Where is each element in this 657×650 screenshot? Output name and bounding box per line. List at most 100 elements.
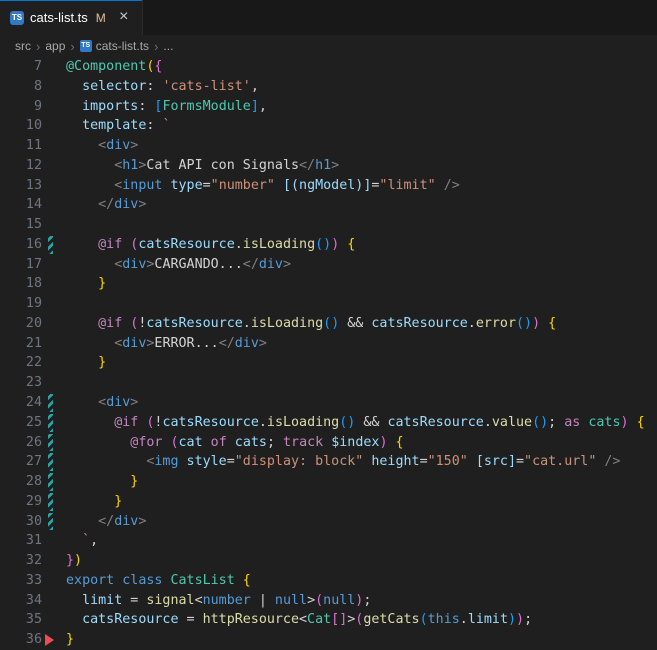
code-line-27[interactable]: 27 <img style="display: block" height="1…	[0, 452, 657, 472]
code-line-34[interactable]: 34 limit = signal<number | null>(null);	[0, 591, 657, 611]
breadcrumb-item-cats-list-ts[interactable]: TS cats-list.ts	[79, 39, 149, 53]
code-token: catsResource	[138, 236, 235, 252]
code-line-26[interactable]: 26 @for (cat of cats; track $index) {	[0, 433, 657, 453]
git-modified-gutter-marker[interactable]	[42, 235, 66, 255]
code-line-16[interactable]: 16 @if (catsResource.isLoading()) {	[0, 235, 657, 255]
code-line-11[interactable]: 11 <div>	[0, 136, 657, 156]
line-number[interactable]: 7	[0, 57, 42, 77]
code-line-28[interactable]: 28 }	[0, 472, 657, 492]
code-token: }	[98, 355, 107, 371]
git-modified-gutter-marker[interactable]	[42, 413, 66, 433]
line-number[interactable]: 35	[0, 610, 42, 630]
code-line-33[interactable]: 33 export class CatsList {	[0, 571, 657, 591]
git-modified-gutter-marker[interactable]	[42, 472, 66, 492]
line-number[interactable]: 21	[0, 334, 42, 354]
code-line-7[interactable]: 7 @Component({	[0, 57, 657, 77]
code-line-21[interactable]: 21 <div>ERROR...</div>	[0, 334, 657, 354]
line-number[interactable]: 33	[0, 571, 42, 591]
code-line-9[interactable]: 9 imports: [FormsModule],	[0, 97, 657, 117]
close-icon[interactable]: ×	[114, 8, 134, 28]
code-token: [src]	[475, 454, 516, 470]
breadcrumb-item-app[interactable]: app	[45, 39, 65, 53]
line-number[interactable]: 27	[0, 452, 42, 472]
line-number[interactable]: 24	[0, 393, 42, 413]
chevron-right-icon: ›	[70, 38, 75, 54]
line-number[interactable]: 18	[0, 274, 42, 294]
line-number[interactable]: 36	[0, 630, 42, 650]
code-token: div	[114, 197, 139, 213]
code-line-32[interactable]: 32})	[0, 551, 657, 571]
git-modified-gutter-marker[interactable]	[42, 512, 66, 532]
code-line-35[interactable]: 35 catsResource = httpResource<Cat[]>(ge…	[0, 610, 657, 630]
code-line-25[interactable]: 25 @if (!catsResource.isLoading() && cat…	[0, 413, 657, 433]
line-number[interactable]: 30	[0, 512, 42, 532]
code-line-22[interactable]: 22 }	[0, 353, 657, 373]
line-number[interactable]: 9	[0, 97, 42, 117]
code-line-15[interactable]: 15	[0, 215, 657, 235]
code-token: cats	[234, 434, 267, 450]
line-number[interactable]: 32	[0, 551, 42, 571]
code-line-36[interactable]: 36}	[0, 630, 657, 650]
line-number[interactable]: 17	[0, 255, 42, 275]
code-text: </div>	[66, 512, 146, 532]
code-line-14[interactable]: 14 </div>	[0, 195, 657, 215]
code-token: ,	[258, 98, 267, 114]
line-number[interactable]: 25	[0, 413, 42, 433]
code-token: (	[170, 434, 179, 450]
code-line-8[interactable]: 8 selector: 'cats-list',	[0, 77, 657, 97]
code-line-13[interactable]: 13 <input type="number" [(ngModel)]="lim…	[0, 176, 657, 196]
line-number[interactable]: 26	[0, 433, 42, 453]
line-number[interactable]: 19	[0, 294, 42, 314]
git-modified-gutter-marker[interactable]	[42, 433, 66, 453]
line-number[interactable]: 15	[0, 215, 42, 235]
code-token: >	[331, 157, 340, 173]
tab-cats-list-ts[interactable]: TS cats-list.ts M ×	[0, 0, 143, 35]
git-modified-gutter-marker[interactable]	[42, 492, 66, 512]
code-line-29[interactable]: 29 }	[0, 492, 657, 512]
code-token: ()	[516, 315, 533, 331]
code-line-10[interactable]: 10 template: `	[0, 116, 657, 136]
git-deleted-gutter-marker[interactable]	[42, 630, 66, 650]
line-number[interactable]: 11	[0, 136, 42, 156]
code-token: class	[122, 572, 163, 588]
code-line-17[interactable]: 17 <div>CARGANDO...</div>	[0, 255, 657, 275]
breadcrumb-item-src[interactable]: src	[15, 39, 31, 53]
line-number[interactable]: 22	[0, 353, 42, 373]
code-token: =	[122, 592, 147, 608]
line-number[interactable]: 20	[0, 314, 42, 334]
code-text: template: `	[66, 116, 170, 136]
line-number[interactable]: 31	[0, 531, 42, 551]
line-number[interactable]: 16	[0, 235, 42, 255]
code-line-12[interactable]: 12 <h1>Cat API con Signals</h1>	[0, 156, 657, 176]
code-line-30[interactable]: 30 </div>	[0, 512, 657, 532]
line-number[interactable]: 8	[0, 77, 42, 97]
code-token: }	[66, 553, 75, 569]
line-number[interactable]: 10	[0, 116, 42, 136]
code-line-20[interactable]: 20 @if (!catsResource.isLoading() && cat…	[0, 314, 657, 334]
code-editor[interactable]: 7 @Component({8 selector: 'cats-list', 9 i…	[0, 57, 657, 650]
line-number[interactable]: 14	[0, 195, 42, 215]
code-line-23[interactable]: 23	[0, 373, 657, 393]
code-line-24[interactable]: 24 <div>	[0, 393, 657, 413]
line-number[interactable]: 34	[0, 591, 42, 611]
breadcrumb-item-[interactable]: ...	[163, 39, 173, 53]
code-line-31[interactable]: 31 `,	[0, 531, 657, 551]
code-line-19[interactable]: 19	[0, 294, 657, 314]
code-line-18[interactable]: 18 }	[0, 274, 657, 294]
line-number[interactable]: 13	[0, 176, 42, 196]
git-modified-gutter-marker[interactable]	[42, 393, 66, 413]
line-number[interactable]: 29	[0, 492, 42, 512]
line-number[interactable]: 28	[0, 472, 42, 492]
code-token: </	[98, 197, 115, 213]
code-token: =	[202, 177, 211, 193]
breadcrumb-label: src	[15, 39, 31, 53]
git-modified-gutter-marker[interactable]	[42, 452, 66, 472]
line-number[interactable]: 12	[0, 156, 42, 176]
line-number[interactable]: 23	[0, 373, 42, 393]
